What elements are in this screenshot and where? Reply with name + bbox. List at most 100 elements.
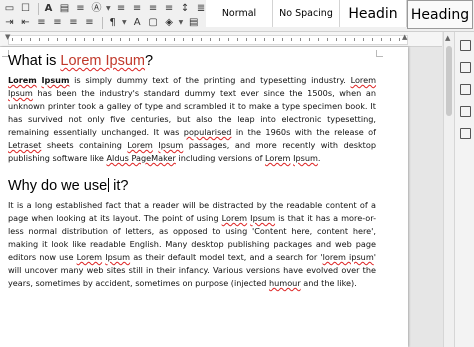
text-run: and the like). xyxy=(300,278,357,288)
ruler-tick xyxy=(318,38,319,41)
right-indent-marker-icon[interactable]: ▲ xyxy=(402,33,407,41)
ruler-tick xyxy=(129,38,130,41)
open-icon[interactable]: ☐ xyxy=(19,2,32,15)
style-no-spacing[interactable]: No Spacing xyxy=(273,0,340,27)
ruler-tick xyxy=(399,38,400,41)
misspelled-word: Lorem xyxy=(127,140,153,150)
heading-why-use: Why do we use it? xyxy=(8,177,376,195)
style-gallery: Normal No Spacing Headin Heading xyxy=(206,0,473,29)
paste-icon[interactable]: ▤ xyxy=(58,2,71,15)
indent-marker-icon[interactable]: ▼ xyxy=(5,33,10,41)
chevron-down-icon[interactable]: ▼ xyxy=(179,19,184,26)
heading-misspelled: Lorem Ipsum xyxy=(60,53,145,69)
text-run: in the 1960s with the release of xyxy=(231,127,376,137)
chevron-down-icon[interactable]: ▼ xyxy=(106,5,111,12)
ruler-tick xyxy=(282,38,283,41)
style-heading-1[interactable]: Headin xyxy=(340,0,407,27)
align-left-icon[interactable]: ≡ xyxy=(115,2,128,15)
ruler-tick xyxy=(363,38,364,41)
misspelled-word: Ipsum xyxy=(105,252,131,262)
ruler-tick xyxy=(102,38,103,41)
ruler-tick xyxy=(354,38,355,41)
borders-icon[interactable]: ▢ xyxy=(147,16,160,29)
misspelled-word: Lorem xyxy=(265,153,291,163)
clear-formatting-icon[interactable]: Ⓐ xyxy=(90,2,103,15)
line-spacing-icon[interactable]: ↕ xyxy=(179,2,192,15)
ruler-tick xyxy=(300,38,301,41)
align-top-icon[interactable]: ≡ xyxy=(83,16,96,29)
character-icon[interactable]: A xyxy=(131,16,144,29)
misspelled-word: Lorem xyxy=(76,252,103,262)
page-panel-icon[interactable] xyxy=(460,128,471,139)
style-normal[interactable]: Normal xyxy=(206,0,273,27)
style-heading-1-label: Headin xyxy=(348,5,398,22)
align-right-icon[interactable]: ≡ xyxy=(147,2,160,15)
ruler-tick xyxy=(48,38,49,41)
chevron-down-icon[interactable]: ▼ xyxy=(122,19,127,26)
indent-icon[interactable]: ⇥ xyxy=(3,16,16,29)
vertical-scrollbar[interactable]: ▲ xyxy=(443,32,454,347)
fill-color-icon[interactable]: ◈ xyxy=(163,16,176,29)
gallery-icon[interactable] xyxy=(460,84,471,95)
ruler-tick xyxy=(390,38,391,41)
navigator-icon[interactable] xyxy=(460,106,471,117)
bullets-icon[interactable]: ≡ xyxy=(74,2,87,15)
ruler-tick xyxy=(246,38,247,41)
align-center-icon[interactable]: ≡ xyxy=(131,2,144,15)
heading-what-is: What is Lorem Ipsum? xyxy=(8,52,376,70)
ruler-tick xyxy=(264,38,265,41)
heading-text: it? xyxy=(109,178,129,194)
text-run: including versions of xyxy=(175,153,266,163)
decrease-indent-icon[interactable]: ≡ xyxy=(35,16,48,29)
ruler-tick xyxy=(147,38,148,41)
ruler-tick xyxy=(372,38,373,41)
ruler-tick xyxy=(66,38,67,41)
ruler-tick xyxy=(273,38,274,41)
heading-text: ? xyxy=(145,53,154,69)
ruler-active-area xyxy=(8,35,408,45)
new-style-icon[interactable]: ▤ xyxy=(187,16,200,29)
ruler-tick xyxy=(237,38,238,41)
text-run: is simply dummy text of the printing and… xyxy=(69,75,351,85)
ruler-tick xyxy=(93,38,94,41)
document-body[interactable]: What is Lorem Ipsum? Lorem Ipsum is simp… xyxy=(8,52,376,290)
increase-indent-icon[interactable]: ≡ xyxy=(51,16,64,29)
bold-text-icon[interactable]: A xyxy=(42,2,55,15)
text-run: sheets containing xyxy=(41,140,128,150)
ruler-tick xyxy=(228,38,229,41)
misspelled-word: Lorem xyxy=(350,75,377,85)
ruler-tick xyxy=(381,38,382,41)
paragraph-why-use: It is a long established fact that a rea… xyxy=(8,199,376,290)
ruler-tick xyxy=(57,38,58,41)
outdent-icon[interactable]: ⇤ xyxy=(19,16,32,29)
paragraph-what-is: Lorem Ipsum is simply dummy text of the … xyxy=(8,74,376,165)
ruler-tick xyxy=(75,38,76,41)
ruler-tick xyxy=(327,38,328,41)
ruler-tick xyxy=(174,38,175,41)
scrollbar-thumb[interactable] xyxy=(446,46,452,116)
margin-corner xyxy=(376,50,383,57)
toolbar-row-2: ⇥ ⇤ ≡ ≡ ≡ ≡ ¶ ▼ A ▢ ◈ ▼ ▤ xyxy=(0,15,203,30)
style-no-spacing-label: No Spacing xyxy=(279,8,333,19)
properties-icon[interactable] xyxy=(460,40,471,51)
align-bottom-icon[interactable]: ≡ xyxy=(67,16,80,29)
ruler-tick xyxy=(120,38,121,41)
ruler-tick xyxy=(165,38,166,41)
misspelled-word: Ipsum xyxy=(41,75,70,85)
paragraph-marks-icon[interactable]: ¶ xyxy=(106,16,119,29)
ruler-tick xyxy=(219,38,220,41)
styles-panel-icon[interactable] xyxy=(460,62,471,73)
ruler-tick xyxy=(192,38,193,41)
style-normal-label: Normal xyxy=(221,8,257,19)
justify-icon[interactable]: ≡ xyxy=(163,2,176,15)
ruler-tick xyxy=(111,38,112,41)
misspelled-word: popularised xyxy=(183,127,232,137)
horizontal-ruler[interactable]: ▼ ▲ xyxy=(0,32,442,47)
ruler-tick xyxy=(201,38,202,41)
misspelled-word: Lorem xyxy=(8,75,37,85)
scroll-up-icon[interactable]: ▲ xyxy=(445,34,450,42)
new-document-icon[interactable]: ▭ xyxy=(3,2,16,15)
style-heading-2[interactable]: Heading xyxy=(407,0,473,29)
misspelled-word: Letraset xyxy=(8,140,42,150)
heading-text: Why do we use xyxy=(8,178,108,194)
